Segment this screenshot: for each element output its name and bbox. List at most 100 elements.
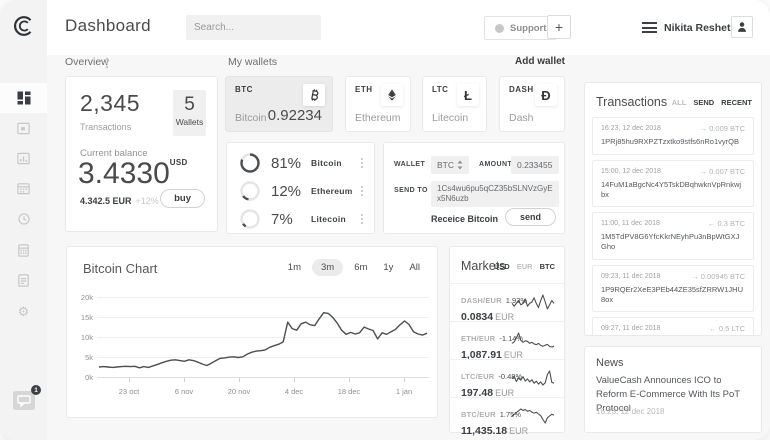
- menu-icon[interactable]: [642, 22, 657, 36]
- sidebar-item-settings[interactable]: ⚙: [0, 297, 47, 327]
- arrow-left-icon: ←: [709, 324, 717, 333]
- kebab-icon[interactable]: [360, 185, 364, 197]
- send-button[interactable]: send: [505, 208, 556, 226]
- overview-kebab-icon[interactable]: [105, 57, 109, 69]
- page-title: Dashboard: [65, 16, 151, 36]
- tx-amount: ← 0.3 BTC: [708, 219, 745, 228]
- topbar: Dashboard Support + Nikita Resheteev: [47, 0, 770, 55]
- wallet-card-dash[interactable]: DASH Đ Dash: [499, 76, 565, 132]
- transaction-item[interactable]: 09:23, 11 dec 2018 → 0.00945 BTC 1P9RQEr…: [592, 265, 754, 313]
- amount-field[interactable]: [511, 156, 559, 174]
- donut-chart-icon: [239, 180, 261, 202]
- pair-label: LTC/EUR: [461, 372, 494, 381]
- tx-address: 14FuM1aBgcNc4Y5TskDBqhwknVpRnkwjbx: [601, 180, 745, 200]
- search-box[interactable]: [186, 15, 321, 40]
- market-row-ltc[interactable]: LTC/EUR-0.48% 197.48EUR: [450, 359, 564, 397]
- x-tick-label: 18 dec: [327, 387, 371, 396]
- x-tick-label: 1 jan: [382, 387, 426, 396]
- transaction-item[interactable]: 11:00, 11 dec 2018 ← 0.3 BTC 1M5TdPV8G6Y…: [592, 212, 754, 260]
- range-all[interactable]: All: [404, 259, 425, 276]
- app-logo-icon[interactable]: [11, 13, 37, 39]
- transactions-count: 2,345: [80, 90, 140, 117]
- transaction-item[interactable]: 15:00, 12 dec 2018 → 0.007 BTC 14FuM1aBg…: [592, 160, 754, 208]
- crypto-dashboard-app: ⚙ 1 Dashboard Support + Nikita Resh: [0, 0, 770, 440]
- tab-eur[interactable]: EUR: [517, 262, 533, 271]
- range-1y[interactable]: 1y: [378, 259, 398, 276]
- allocation-name: Bitcoin: [311, 158, 360, 168]
- kebab-icon[interactable]: [360, 157, 364, 169]
- sidebar-item-calculator[interactable]: [0, 235, 47, 265]
- sidebar-item-reports[interactable]: [0, 265, 47, 295]
- add-wallet-link[interactable]: Add wallet: [515, 56, 565, 67]
- x-tick-label: 20 nov: [217, 387, 261, 396]
- add-button[interactable]: +: [547, 15, 571, 39]
- overview-heading: Overview: [65, 56, 109, 68]
- wallet-card-eth[interactable]: ETH Ethereum: [345, 76, 411, 132]
- calendar-icon: [16, 181, 31, 196]
- transactions-card: Transactions ALL SEND RECENT 16:23, 12 d…: [584, 82, 762, 336]
- sidebar: ⚙ 1: [0, 0, 47, 440]
- search-input[interactable]: [194, 22, 326, 33]
- tab-usd[interactable]: USD: [494, 262, 510, 271]
- sidebar-item-wallet[interactable]: [0, 113, 47, 143]
- tx-amount: → 0.00945 BTC: [691, 272, 745, 281]
- y-tick-label: 5k: [67, 353, 93, 362]
- tab-send[interactable]: SEND: [693, 98, 714, 107]
- wallet-field-label: WALLET: [394, 161, 425, 168]
- buy-button[interactable]: buy: [160, 189, 205, 208]
- balance-unit: USD: [170, 158, 188, 167]
- y-tick-label: 0k: [67, 373, 93, 382]
- pair-label: DASH/EUR: [461, 296, 502, 305]
- tab-btc[interactable]: BTC: [540, 262, 555, 271]
- wallet-select[interactable]: BTC: [431, 156, 469, 174]
- balance-value: 3.4330USD: [78, 157, 188, 191]
- ethereum-icon: [381, 84, 403, 106]
- tab-recent[interactable]: RECENT: [721, 98, 752, 107]
- wallet-name: Bitcoin: [235, 112, 267, 124]
- x-tick-label: 23 oct: [107, 387, 151, 396]
- tx-address: 1PRj85hu9RXPZTzxtko9stfs6nRo1vyrQB: [601, 137, 745, 147]
- sparkline: [510, 293, 556, 311]
- x-tick-label: 6 nov: [162, 387, 206, 396]
- bitcoin-chart-card: Bitcoin Chart 1m 3m 6m 1y All 20k 15k 10…: [66, 246, 438, 418]
- send-to-input[interactable]: 1Cs4wu6pu5qCZ35bSLNVzGyEx5N6uzb: [431, 181, 559, 207]
- allocation-name: Litecoin: [311, 214, 360, 224]
- allocation-pct: 81%: [271, 155, 311, 172]
- y-tick-label: 10k: [67, 333, 93, 342]
- kebab-icon[interactable]: [360, 213, 364, 225]
- allocation-card: 81% Bitcoin 12% Ethereum 7% Litecoin: [226, 142, 375, 234]
- pair-label: ETH/EUR: [461, 334, 495, 343]
- allocation-row-litecoin: 7% Litecoin: [239, 207, 364, 231]
- sidebar-item-calendar[interactable]: [0, 173, 47, 203]
- transaction-item[interactable]: 09:27, 11 dec 2018 ← 0.5 LTC 1AGm6Jc43FU…: [592, 317, 754, 336]
- stepper-icon: [457, 160, 463, 170]
- amount-input[interactable]: [517, 160, 553, 170]
- x-axis-line: [97, 377, 429, 378]
- market-row-eth[interactable]: ETH/EUR-1.14% 1,087.91EUR: [450, 321, 564, 359]
- market-row-dash[interactable]: DASH/EUR1.93% 0.0834EUR: [450, 283, 564, 321]
- messages-badge: 1: [31, 385, 41, 395]
- sidebar-item-dashboard[interactable]: [0, 83, 47, 113]
- sidebar-item-messages[interactable]: 1: [12, 390, 36, 412]
- wallet-card-btc[interactable]: BTC Bitcoin 0.92234: [225, 76, 333, 132]
- market-row-btc[interactable]: BTC/EUR1.75% 11,435.18EUR: [450, 397, 564, 435]
- sidebar-item-charts[interactable]: [0, 143, 47, 173]
- sidebar-item-history[interactable]: [0, 204, 47, 234]
- send-form-card: WALLET BTC AMOUNT SEND TO 1Cs4wu6pu5qCZ3…: [383, 142, 565, 234]
- allocation-pct: 12%: [271, 183, 311, 200]
- transactions-list: 16:23, 12 dec 2018 → 0.009 BTC 1PRj85hu9…: [592, 117, 754, 336]
- range-3m[interactable]: 3m: [312, 259, 343, 276]
- balance-change: +12%: [136, 196, 159, 206]
- arrow-right-icon: →: [700, 167, 708, 176]
- avatar[interactable]: [731, 16, 753, 38]
- tab-all[interactable]: ALL: [672, 98, 687, 107]
- wallet-card-ltc[interactable]: LTC Ł Litecoin: [422, 76, 487, 132]
- pair-value: 11,435.18EUR: [461, 425, 555, 437]
- tx-time: 09:27, 11 dec 2018: [601, 325, 660, 332]
- range-1m[interactable]: 1m: [283, 259, 306, 276]
- range-6m[interactable]: 6m: [349, 259, 372, 276]
- bar-chart-icon: [16, 151, 31, 166]
- y-tick-label: 15k: [67, 313, 93, 322]
- receive-bitcoin-link[interactable]: Receice Bitcoin: [431, 214, 498, 224]
- transaction-item[interactable]: 16:23, 12 dec 2018 → 0.009 BTC 1PRj85hu9…: [592, 117, 754, 155]
